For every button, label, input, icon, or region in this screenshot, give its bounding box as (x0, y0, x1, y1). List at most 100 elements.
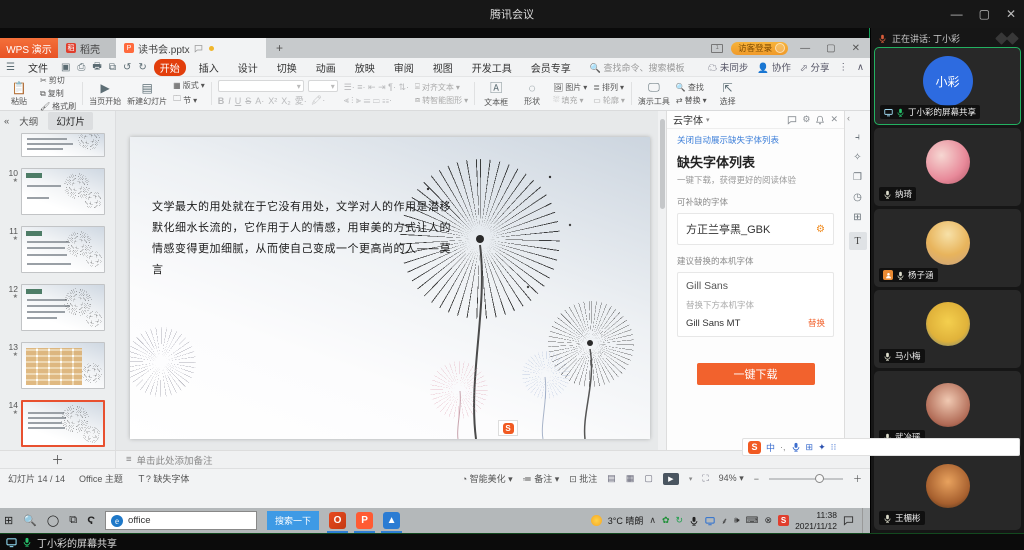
command-search[interactable]: 🔍 查找命令、搜索模板 (590, 61, 685, 74)
zoom-in-button[interactable]: ＋ (853, 472, 862, 485)
wps-ppt-app-icon[interactable]: P (356, 512, 373, 529)
search-go-button[interactable]: 搜索一下 (267, 511, 319, 530)
tray-sync-icon[interactable]: ↻ (676, 515, 684, 526)
font-family-select[interactable]: ▾ (218, 80, 304, 92)
undo-icon[interactable]: ↺ (123, 62, 131, 73)
preview-icon[interactable]: ⧉ (109, 62, 116, 73)
show-desktop-button[interactable] (862, 508, 866, 533)
missing-fonts-status[interactable]: Ｔ? 缺失字体 (137, 472, 190, 485)
font-card-replace[interactable]: Gill Sans 替换下方本机字体 Gill Sans MT 替换 (677, 272, 834, 337)
weather-icon[interactable] (591, 515, 602, 526)
tray-display-icon[interactable] (705, 516, 715, 526)
menu-design[interactable]: 设计 (232, 59, 264, 76)
sogou-float-icon[interactable]: S (498, 420, 518, 436)
feedback-icon[interactable] (787, 115, 797, 125)
start-button[interactable]: ⊞ (4, 514, 13, 527)
clock[interactable]: 11:38 2021/11/12 (795, 510, 837, 530)
find-button[interactable]: 🔍 查找 (676, 82, 707, 93)
reading-view-icon[interactable]: ▢ (644, 473, 653, 484)
wps-cloud-app-icon[interactable]: ▲ (383, 512, 400, 529)
hamburger-icon[interactable]: ☰ (6, 62, 15, 73)
participant-tile[interactable]: 杨子涵 (874, 209, 1021, 287)
ime-mic-icon[interactable] (791, 442, 801, 452)
effects-icon[interactable]: ✧ (853, 152, 861, 163)
menu-home[interactable]: 开始 (154, 59, 186, 76)
export-icon[interactable]: ⎙ (77, 62, 85, 73)
zoom-out-button[interactable]: − (754, 474, 759, 484)
close-panel-icon[interactable]: ✕ (830, 114, 838, 125)
theme-name[interactable]: Office 主题 (79, 472, 123, 485)
menu-animation[interactable]: 动画 (310, 59, 342, 76)
font-card-available[interactable]: 方正兰亭黑_GBK ⚙ (677, 213, 834, 245)
notes-button[interactable]: ≔ 备注 ▾ (523, 472, 560, 485)
slideshow-play-button[interactable]: ▶ (663, 473, 679, 485)
sync-status[interactable]: ☁ 未同步 (708, 60, 749, 74)
media-icon[interactable]: ⊞ (853, 212, 861, 223)
collapse-panel-icon[interactable]: « (4, 116, 9, 127)
collapse-strip-icon[interactable]: ‹ (847, 113, 850, 123)
sogou-icon[interactable]: S (748, 441, 761, 454)
comments-button[interactable]: ⊡ 批注 (569, 472, 597, 485)
office-app-icon[interactable]: O (329, 512, 346, 529)
disable-auto-show-link[interactable]: 关闭自动展示缺失字体列表 (677, 134, 834, 146)
network-icon[interactable]: ⸙ (721, 514, 728, 527)
new-slide-button[interactable]: ▤新建幻灯片 (127, 79, 167, 108)
picture-button[interactable]: 🖼 图片 ▾ (553, 82, 587, 93)
participant-tile[interactable]: 王楣彬 (874, 452, 1021, 530)
align-format-group[interactable]: ⫷ ⫶ ⫸ ☰ ▭ ☷· (344, 95, 409, 106)
smart-graphic-button[interactable]: ⧈ 转智能图形 ▾ (415, 95, 468, 106)
add-slide-button[interactable]: ＋ (0, 451, 116, 468)
keyboard-icon[interactable]: ⌨ (746, 515, 759, 526)
present-tool-button[interactable]: 🖵演示工具 (638, 79, 670, 108)
participant-tile-screen-share[interactable]: 小彩 丁小彩的屏幕共享 (874, 47, 1021, 125)
replace-button[interactable]: ⇄ 替换 ▾ (676, 95, 707, 106)
ime-skin-icon[interactable]: ✦ (818, 442, 826, 453)
font-settings-icon[interactable]: ⚙ (816, 224, 825, 235)
paste-button[interactable]: 📋粘贴 (4, 79, 34, 108)
thumbnail-slide-11[interactable]: 11★ (2, 226, 109, 273)
redo-icon[interactable]: ↻ (138, 62, 146, 73)
fit-window-icon[interactable]: ⛶ (702, 473, 708, 484)
wps-close-button[interactable]: ✕ (848, 43, 864, 54)
collapse-ribbon-icon[interactable]: ∧ (857, 62, 864, 73)
section-button[interactable]: 🗀 节 ▾ (173, 93, 205, 107)
maximize-button[interactable]: ▢ (979, 7, 990, 21)
participant-tile[interactable]: 纳琦 (874, 128, 1021, 206)
tab-docer[interactable]: 稻 稻壳 (58, 38, 116, 58)
slide-edit-area[interactable]: 文学最大的用处就在于它没有用处，文学对人的作用是潜移默化细水长流的，它作用于人的… (116, 111, 666, 450)
menu-review[interactable]: 审阅 (388, 59, 420, 76)
ime-keyboard-icon[interactable]: ⊞ (806, 442, 814, 453)
switch-window-icon[interactable]: ❐ (853, 172, 862, 183)
cut-button[interactable]: ✂ 剪切 (40, 75, 76, 86)
eject-icon[interactable]: ⊗ (765, 515, 773, 526)
menu-view[interactable]: 视图 (427, 59, 459, 76)
menu-insert[interactable]: 插入 (193, 59, 225, 76)
save-icon[interactable]: ▣ (61, 62, 70, 73)
menu-file[interactable]: 文件 (22, 59, 54, 76)
bell-icon[interactable] (815, 115, 825, 125)
sogou-ime-bar[interactable]: S 中 ·, ⊞ ✦ ⁝⁝ (742, 438, 1020, 456)
fill-button[interactable]: ⛆ 填充 ▾ (553, 95, 587, 106)
thumbnail-slide-10[interactable]: 10★ (2, 168, 109, 215)
slide-canvas[interactable]: 文学最大的用处就在于它没有用处，文学对人的作用是潜移默化细水长流的，它作用于人的… (130, 137, 650, 439)
slide-quote-text[interactable]: 文学最大的用处就在于它没有用处，文学对人的作用是潜移默化细水长流的，它作用于人的… (152, 197, 454, 281)
zoom-level[interactable]: 94% ▾ (719, 473, 744, 484)
select-button[interactable]: ⇱选择 (713, 79, 743, 108)
tray-mic-icon[interactable] (689, 516, 699, 526)
thumbnail-slide-14[interactable]: 14★ (2, 400, 109, 447)
collab-button[interactable]: 👤 协作 (757, 60, 790, 74)
more-icon[interactable]: ⋮ (839, 62, 849, 73)
thumbnail-slide-13[interactable]: 13★ (2, 342, 109, 389)
zoom-slider[interactable] (769, 478, 843, 480)
properties-icon[interactable]: ⫞ (855, 132, 860, 143)
print-icon[interactable]: 🖶 (92, 59, 101, 76)
textbox-button[interactable]: 🄰文本框 (481, 79, 511, 108)
tab-document[interactable]: P 读书会.pptx (116, 38, 266, 58)
outline-button[interactable]: ▭ 轮廓 ▾ (593, 95, 625, 106)
thumbnail-slide-12[interactable]: 12★ (2, 284, 109, 331)
participant-tile[interactable]: 马小梅 (874, 290, 1021, 368)
copy-button[interactable]: ⧉ 复制 (40, 88, 76, 99)
ime-toolbox-icon[interactable]: ⁝⁝ (831, 442, 837, 453)
shape-button[interactable]: ◌形状 (517, 79, 547, 108)
arrange-button[interactable]: ≣ 排列 ▾ (593, 82, 625, 93)
